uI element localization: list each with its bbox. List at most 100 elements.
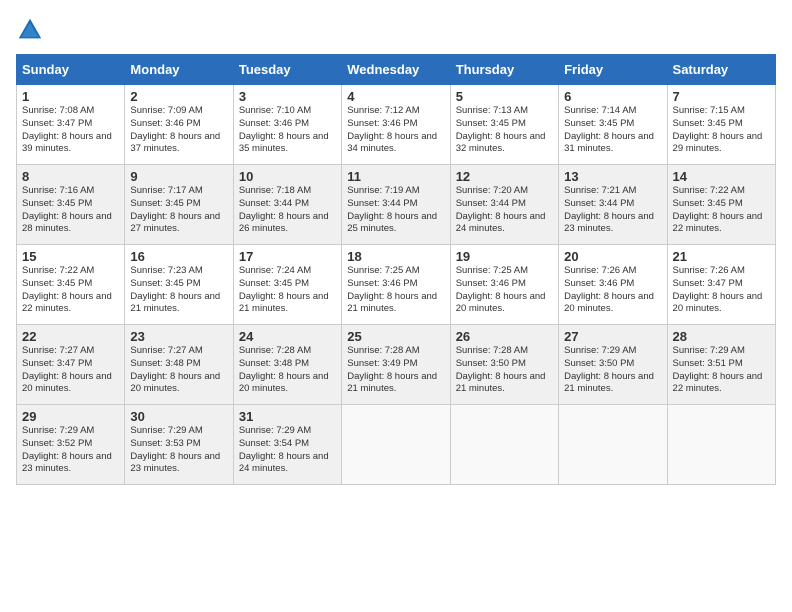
calendar-cell: 11Sunrise: 7:19 AMSunset: 3:44 PMDayligh… (342, 165, 450, 245)
day-info: Sunrise: 7:17 AMSunset: 3:45 PMDaylight:… (130, 185, 227, 236)
day-number: 11 (347, 169, 444, 184)
day-info: Sunrise: 7:23 AMSunset: 3:45 PMDaylight:… (130, 265, 227, 316)
day-info: Sunrise: 7:26 AMSunset: 3:47 PMDaylight:… (673, 265, 770, 316)
day-info: Sunrise: 7:13 AMSunset: 3:45 PMDaylight:… (456, 105, 553, 156)
calendar-week-row: 1Sunrise: 7:08 AMSunset: 3:47 PMDaylight… (17, 85, 776, 165)
day-info: Sunrise: 7:25 AMSunset: 3:46 PMDaylight:… (347, 265, 444, 316)
day-number: 16 (130, 249, 227, 264)
day-number: 12 (456, 169, 553, 184)
calendar-cell: 29Sunrise: 7:29 AMSunset: 3:52 PMDayligh… (17, 405, 125, 485)
logo-icon (16, 16, 44, 44)
calendar-cell: 28Sunrise: 7:29 AMSunset: 3:51 PMDayligh… (667, 325, 775, 405)
page-header (16, 16, 776, 44)
calendar-cell: 21Sunrise: 7:26 AMSunset: 3:47 PMDayligh… (667, 245, 775, 325)
day-number: 10 (239, 169, 336, 184)
calendar-cell: 14Sunrise: 7:22 AMSunset: 3:45 PMDayligh… (667, 165, 775, 245)
calendar-week-row: 22Sunrise: 7:27 AMSunset: 3:47 PMDayligh… (17, 325, 776, 405)
calendar-cell (450, 405, 558, 485)
day-number: 19 (456, 249, 553, 264)
calendar-cell: 10Sunrise: 7:18 AMSunset: 3:44 PMDayligh… (233, 165, 341, 245)
calendar-cell: 19Sunrise: 7:25 AMSunset: 3:46 PMDayligh… (450, 245, 558, 325)
calendar-cell: 7Sunrise: 7:15 AMSunset: 3:45 PMDaylight… (667, 85, 775, 165)
day-number: 28 (673, 329, 770, 344)
calendar-cell: 30Sunrise: 7:29 AMSunset: 3:53 PMDayligh… (125, 405, 233, 485)
day-info: Sunrise: 7:29 AMSunset: 3:50 PMDaylight:… (564, 345, 661, 396)
day-info: Sunrise: 7:08 AMSunset: 3:47 PMDaylight:… (22, 105, 119, 156)
day-number: 21 (673, 249, 770, 264)
calendar-cell: 13Sunrise: 7:21 AMSunset: 3:44 PMDayligh… (559, 165, 667, 245)
weekday-header-monday: Monday (125, 55, 233, 85)
day-number: 24 (239, 329, 336, 344)
calendar-cell: 3Sunrise: 7:10 AMSunset: 3:46 PMDaylight… (233, 85, 341, 165)
day-number: 15 (22, 249, 119, 264)
calendar-cell: 15Sunrise: 7:22 AMSunset: 3:45 PMDayligh… (17, 245, 125, 325)
calendar-cell: 8Sunrise: 7:16 AMSunset: 3:45 PMDaylight… (17, 165, 125, 245)
day-info: Sunrise: 7:22 AMSunset: 3:45 PMDaylight:… (22, 265, 119, 316)
day-info: Sunrise: 7:29 AMSunset: 3:53 PMDaylight:… (130, 425, 227, 476)
day-number: 3 (239, 89, 336, 104)
calendar-cell: 24Sunrise: 7:28 AMSunset: 3:48 PMDayligh… (233, 325, 341, 405)
day-info: Sunrise: 7:14 AMSunset: 3:45 PMDaylight:… (564, 105, 661, 156)
day-info: Sunrise: 7:28 AMSunset: 3:48 PMDaylight:… (239, 345, 336, 396)
day-number: 8 (22, 169, 119, 184)
calendar-cell: 12Sunrise: 7:20 AMSunset: 3:44 PMDayligh… (450, 165, 558, 245)
day-info: Sunrise: 7:19 AMSunset: 3:44 PMDaylight:… (347, 185, 444, 236)
day-number: 9 (130, 169, 227, 184)
day-info: Sunrise: 7:21 AMSunset: 3:44 PMDaylight:… (564, 185, 661, 236)
day-info: Sunrise: 7:28 AMSunset: 3:50 PMDaylight:… (456, 345, 553, 396)
day-number: 31 (239, 409, 336, 424)
calendar-cell: 2Sunrise: 7:09 AMSunset: 3:46 PMDaylight… (125, 85, 233, 165)
calendar-table: SundayMondayTuesdayWednesdayThursdayFrid… (16, 54, 776, 485)
day-number: 25 (347, 329, 444, 344)
day-number: 7 (673, 89, 770, 104)
day-info: Sunrise: 7:16 AMSunset: 3:45 PMDaylight:… (22, 185, 119, 236)
day-number: 27 (564, 329, 661, 344)
day-number: 1 (22, 89, 119, 104)
calendar-cell: 25Sunrise: 7:28 AMSunset: 3:49 PMDayligh… (342, 325, 450, 405)
day-number: 18 (347, 249, 444, 264)
day-info: Sunrise: 7:15 AMSunset: 3:45 PMDaylight:… (673, 105, 770, 156)
weekday-header-friday: Friday (559, 55, 667, 85)
weekday-header-thursday: Thursday (450, 55, 558, 85)
calendar-cell: 9Sunrise: 7:17 AMSunset: 3:45 PMDaylight… (125, 165, 233, 245)
day-info: Sunrise: 7:18 AMSunset: 3:44 PMDaylight:… (239, 185, 336, 236)
day-number: 30 (130, 409, 227, 424)
day-number: 5 (456, 89, 553, 104)
day-info: Sunrise: 7:29 AMSunset: 3:51 PMDaylight:… (673, 345, 770, 396)
weekday-header-sunday: Sunday (17, 55, 125, 85)
day-info: Sunrise: 7:27 AMSunset: 3:48 PMDaylight:… (130, 345, 227, 396)
day-number: 26 (456, 329, 553, 344)
calendar-cell (342, 405, 450, 485)
day-number: 22 (22, 329, 119, 344)
calendar-cell: 22Sunrise: 7:27 AMSunset: 3:47 PMDayligh… (17, 325, 125, 405)
day-number: 29 (22, 409, 119, 424)
calendar-cell: 17Sunrise: 7:24 AMSunset: 3:45 PMDayligh… (233, 245, 341, 325)
day-info: Sunrise: 7:24 AMSunset: 3:45 PMDaylight:… (239, 265, 336, 316)
day-number: 20 (564, 249, 661, 264)
calendar-cell: 16Sunrise: 7:23 AMSunset: 3:45 PMDayligh… (125, 245, 233, 325)
calendar-week-row: 29Sunrise: 7:29 AMSunset: 3:52 PMDayligh… (17, 405, 776, 485)
day-number: 17 (239, 249, 336, 264)
day-number: 23 (130, 329, 227, 344)
calendar-cell (667, 405, 775, 485)
day-number: 4 (347, 89, 444, 104)
calendar-cell: 31Sunrise: 7:29 AMSunset: 3:54 PMDayligh… (233, 405, 341, 485)
calendar-cell: 23Sunrise: 7:27 AMSunset: 3:48 PMDayligh… (125, 325, 233, 405)
calendar-cell: 5Sunrise: 7:13 AMSunset: 3:45 PMDaylight… (450, 85, 558, 165)
calendar-cell: 4Sunrise: 7:12 AMSunset: 3:46 PMDaylight… (342, 85, 450, 165)
calendar-cell: 1Sunrise: 7:08 AMSunset: 3:47 PMDaylight… (17, 85, 125, 165)
day-number: 6 (564, 89, 661, 104)
day-info: Sunrise: 7:20 AMSunset: 3:44 PMDaylight:… (456, 185, 553, 236)
calendar-cell: 18Sunrise: 7:25 AMSunset: 3:46 PMDayligh… (342, 245, 450, 325)
day-info: Sunrise: 7:22 AMSunset: 3:45 PMDaylight:… (673, 185, 770, 236)
day-info: Sunrise: 7:09 AMSunset: 3:46 PMDaylight:… (130, 105, 227, 156)
day-info: Sunrise: 7:28 AMSunset: 3:49 PMDaylight:… (347, 345, 444, 396)
calendar-cell (559, 405, 667, 485)
calendar-header-row: SundayMondayTuesdayWednesdayThursdayFrid… (17, 55, 776, 85)
day-info: Sunrise: 7:29 AMSunset: 3:52 PMDaylight:… (22, 425, 119, 476)
day-info: Sunrise: 7:10 AMSunset: 3:46 PMDaylight:… (239, 105, 336, 156)
calendar-week-row: 8Sunrise: 7:16 AMSunset: 3:45 PMDaylight… (17, 165, 776, 245)
day-info: Sunrise: 7:26 AMSunset: 3:46 PMDaylight:… (564, 265, 661, 316)
day-number: 14 (673, 169, 770, 184)
weekday-header-tuesday: Tuesday (233, 55, 341, 85)
